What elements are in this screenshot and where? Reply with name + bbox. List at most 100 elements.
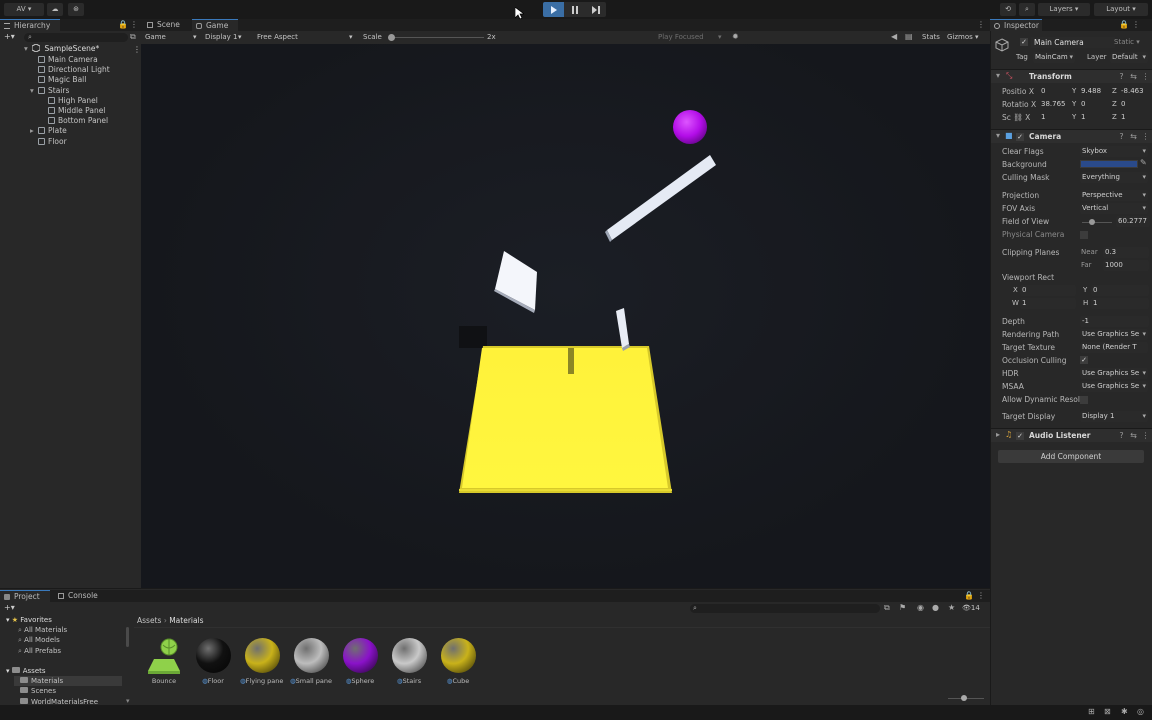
collab-icon[interactable]: ⊛ (68, 3, 84, 16)
tree-scrollbar[interactable] (126, 627, 129, 647)
depth-field[interactable]: -1 (1080, 316, 1149, 327)
hierarchy-item[interactable]: Bottom Panel (48, 116, 108, 126)
search-by-type-icon[interactable]: ⧉ (884, 603, 890, 613)
tab-project[interactable]: Project (0, 590, 50, 602)
asset-material[interactable]: ◍Sphere (338, 637, 382, 689)
component-menu-icon[interactable]: ⋮ (1141, 132, 1150, 141)
stats-hint-icon[interactable]: ▤ (905, 32, 913, 42)
history-icon[interactable]: ⟲ (1000, 3, 1016, 16)
rotation-y-field[interactable]: 0 (1079, 99, 1111, 110)
project-search-input[interactable]: ⌕ (690, 604, 880, 613)
lock-icon[interactable]: 🔒 (118, 20, 128, 30)
scale-slider[interactable] (388, 34, 484, 41)
scroll-down-icon[interactable]: ▾ (126, 697, 130, 705)
component-menu-icon[interactable]: ⋮ (1141, 72, 1150, 81)
filter-icon[interactable]: ● (932, 603, 939, 613)
hidden-packages-icon[interactable]: ◉ (917, 603, 924, 613)
position-x-field[interactable]: 0 (1039, 86, 1075, 97)
assets-section[interactable]: ▾ Assets (6, 666, 46, 676)
lock-icon[interactable]: 🔒 (964, 591, 974, 601)
package-icon[interactable]: ⊠ (1104, 707, 1111, 717)
fov-slider-thumb[interactable] (1089, 219, 1095, 225)
rotation-z-field[interactable]: 0 (1119, 99, 1151, 110)
search-icon[interactable]: ⌕ (1019, 3, 1035, 16)
background-color-swatch[interactable] (1080, 160, 1138, 168)
asset-material[interactable]: ◍Flying panel (240, 637, 284, 689)
help-icon[interactable]: ? (1117, 431, 1126, 440)
tab-game[interactable]: Game (192, 19, 238, 31)
camera-enabled-checkbox[interactable]: ✓ (1016, 133, 1024, 141)
component-menu-icon[interactable]: ⋮ (1141, 431, 1150, 440)
asset-material[interactable]: ◍Stairs (387, 637, 431, 689)
lock-icon[interactable]: 🔒 (1119, 20, 1129, 30)
scale-slider-thumb[interactable] (388, 34, 395, 41)
game-mode-dropdown[interactable]: Game ▾ (145, 32, 201, 43)
viewport-y-field[interactable]: 0 (1091, 285, 1149, 296)
network-icon[interactable]: ⊞ (1088, 707, 1095, 717)
help-icon[interactable]: ? (1117, 132, 1126, 141)
eyedropper-icon[interactable]: ✎ (1140, 158, 1147, 167)
clear-flags-dropdown[interactable]: Skybox (1080, 146, 1148, 157)
pause-button[interactable] (564, 2, 585, 17)
active-checkbox[interactable]: ✓ (1020, 38, 1028, 46)
favorite-item[interactable]: ⌕ All Models (18, 635, 60, 645)
play-focused-dropdown[interactable]: Play Focused ▾ (658, 32, 726, 43)
near-field[interactable]: 0.3 (1103, 247, 1149, 258)
preset-icon[interactable]: ⇆ (1129, 431, 1138, 440)
tab-scene[interactable]: Scene (143, 19, 189, 31)
transform-header[interactable]: ▾ ⤡ Transform ? ⇆ ⋮ (991, 69, 1152, 83)
layers-dropdown[interactable]: Layers ▾ (1038, 3, 1090, 16)
fov-slider[interactable] (1082, 219, 1112, 225)
foldout-arrow-icon[interactable]: ▾ (30, 86, 34, 96)
account-dropdown[interactable]: AV ▾ (4, 3, 44, 16)
fov-field[interactable]: 60.2777 (1116, 216, 1150, 227)
step-button[interactable] (585, 2, 606, 17)
breadcrumb-current[interactable]: Materials (169, 616, 203, 625)
hierarchy-item[interactable]: ▾ Stairs (30, 86, 69, 96)
game-viewport[interactable] (141, 44, 990, 588)
physical-camera-checkbox[interactable] (1080, 231, 1088, 239)
rotation-x-field[interactable]: 38.765 (1039, 99, 1075, 110)
dynamic-resolution-checkbox[interactable] (1080, 396, 1088, 404)
asset-material[interactable]: ◍Floor (191, 637, 235, 689)
cloud-icon[interactable]: ☁ (47, 3, 63, 16)
scene-root[interactable]: ▾ SampleScene* (24, 43, 99, 54)
hierarchy-item[interactable]: Floor (38, 137, 67, 147)
foldout-arrow-icon[interactable]: ▸ (30, 126, 34, 136)
far-field[interactable]: 1000 (1103, 260, 1149, 271)
position-z-field[interactable]: -8.463 (1119, 86, 1151, 97)
camera-header[interactable]: ▾ ■ ✓ Camera ? ⇆ ⋮ (991, 129, 1152, 143)
preset-icon[interactable]: ⇆ (1129, 132, 1138, 141)
target-display-dropdown[interactable]: Display 1 (1080, 411, 1148, 422)
settings-gear-icon[interactable]: ✹ (732, 32, 739, 42)
object-name-field[interactable]: Main Camera (1031, 37, 1115, 48)
bug-icon[interactable]: ✱ (1121, 707, 1128, 717)
asset-material[interactable]: ◍Small pane (289, 637, 333, 689)
position-y-field[interactable]: 9.488 (1079, 86, 1111, 97)
tab-hierarchy[interactable]: Hierarchy (0, 19, 60, 31)
display-dropdown[interactable]: Display 1 ▾ (205, 32, 255, 43)
panel-menu-icon[interactable]: ⋮ (977, 20, 985, 30)
favorite-item[interactable]: ⌕ All Materials (18, 625, 67, 635)
progress-icon[interactable]: ◎ (1137, 707, 1144, 717)
rendering-path-dropdown[interactable]: Use Graphics Se (1080, 329, 1148, 340)
asset-bounce[interactable]: Bounce (142, 637, 186, 689)
tab-console[interactable]: Console (54, 590, 104, 602)
hierarchy-item[interactable]: Magic Ball (38, 75, 86, 85)
msaa-dropdown[interactable]: Use Graphics Se (1080, 381, 1148, 392)
kebab-menu-icon[interactable]: ⋮ (1132, 20, 1140, 30)
play-button[interactable] (543, 2, 564, 17)
hierarchy-item[interactable]: High Panel (48, 96, 98, 106)
tag-dropdown[interactable]: MainCam (1033, 52, 1075, 63)
hierarchy-item[interactable]: Main Camera (38, 55, 98, 65)
breadcrumb-root[interactable]: Assets (137, 616, 161, 625)
add-component-button[interactable]: Add Component (998, 450, 1144, 463)
audio-listener-header[interactable]: ▸ ♫ ✓ Audio Listener ? ⇆ ⋮ (991, 428, 1152, 442)
target-texture-field[interactable]: None (Render T (1080, 342, 1148, 353)
kebab-menu-icon[interactable]: ⋮ (977, 591, 985, 601)
projection-dropdown[interactable]: Perspective (1080, 190, 1148, 201)
scale-z-field[interactable]: 1 (1119, 112, 1151, 123)
hdr-dropdown[interactable]: Use Graphics Se (1080, 368, 1148, 379)
create-icon[interactable]: +▾ (4, 603, 15, 613)
preset-icon[interactable]: ⇆ (1129, 72, 1138, 81)
